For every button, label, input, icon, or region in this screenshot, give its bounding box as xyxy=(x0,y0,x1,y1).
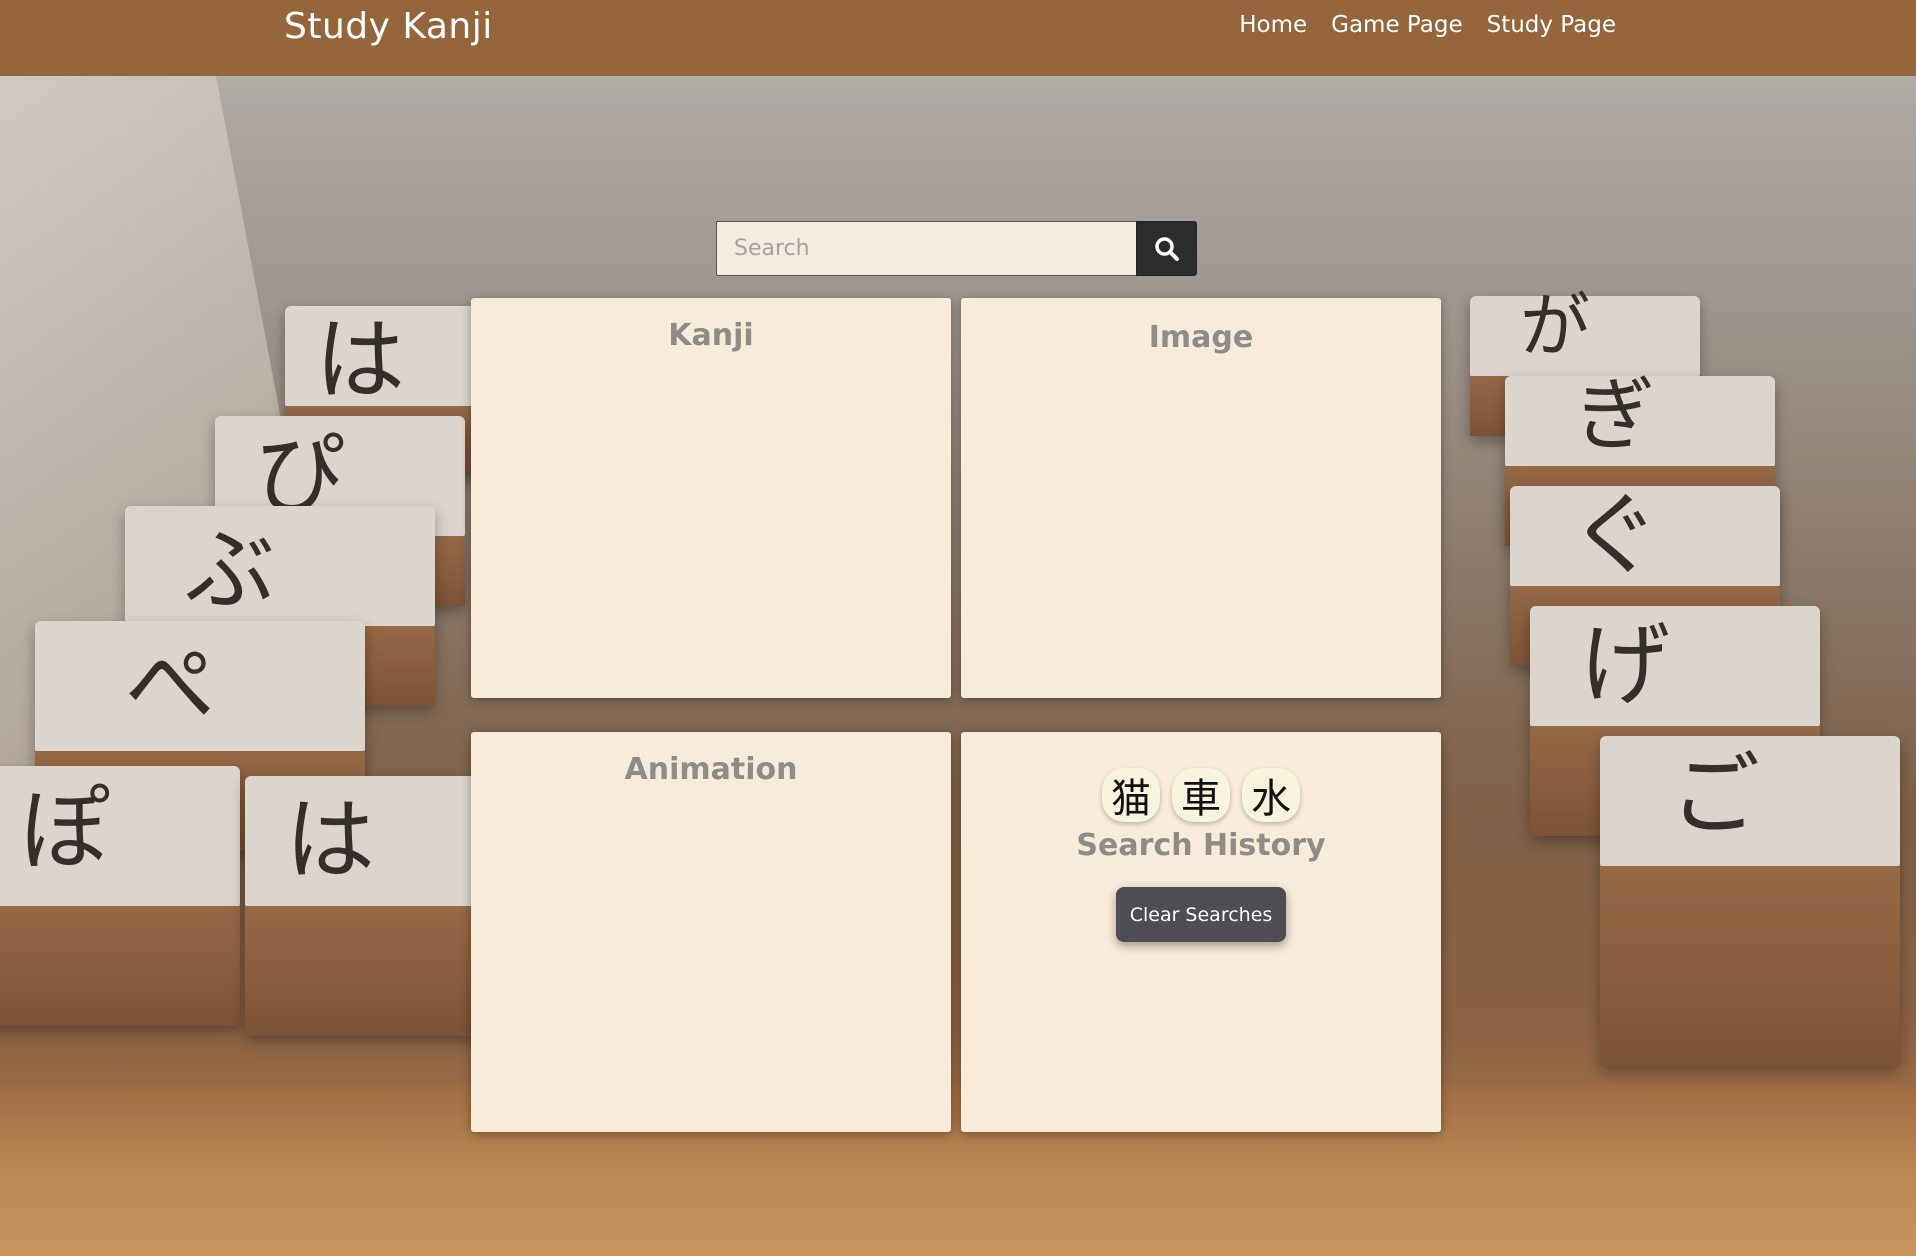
search-history-card: 猫 車 水 Search History Clear Searches xyxy=(961,732,1441,1132)
kanji-card-title: Kanji xyxy=(668,318,754,353)
animation-card-title: Animation xyxy=(624,752,798,787)
search-bar xyxy=(716,221,1197,276)
history-item[interactable]: 水 xyxy=(1242,768,1300,822)
nav-link-home[interactable]: Home xyxy=(1239,10,1307,40)
image-card-title: Image xyxy=(1148,320,1254,355)
nav-links: Home Game Page Study Page xyxy=(1239,10,1616,40)
clear-searches-button[interactable]: Clear Searches xyxy=(1116,887,1286,942)
search-input[interactable] xyxy=(716,221,1136,276)
history-item[interactable]: 車 xyxy=(1172,768,1230,822)
history-item[interactable]: 猫 xyxy=(1102,768,1160,822)
navbar: Study Kanji Home Game Page Study Page xyxy=(0,0,1916,76)
search-button[interactable] xyxy=(1136,221,1197,276)
nav-link-game-page[interactable]: Game Page xyxy=(1331,10,1462,40)
page: は ぴ ぶ ぺ ぽ は が ぎ ぐ げ ご Study Kanji Home G… xyxy=(0,0,1916,1256)
search-history-title: Search History xyxy=(1076,828,1326,863)
search-icon xyxy=(1154,236,1179,261)
brand-link[interactable]: Study Kanji xyxy=(284,6,493,47)
kanji-card: Kanji xyxy=(471,298,951,698)
image-card: Image xyxy=(961,298,1441,698)
animation-card: Animation xyxy=(471,732,951,1132)
nav-link-study-page[interactable]: Study Page xyxy=(1487,10,1616,40)
search-history-list: 猫 車 水 xyxy=(961,768,1441,822)
